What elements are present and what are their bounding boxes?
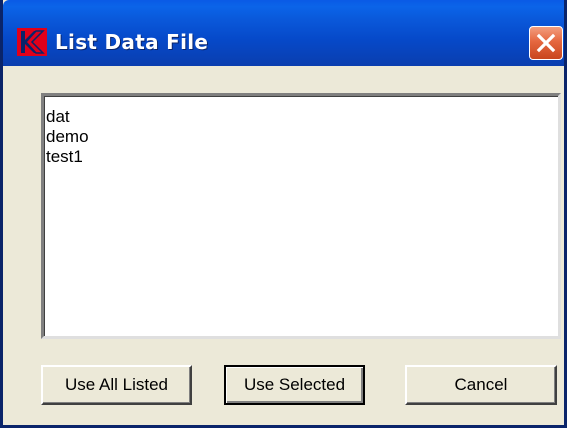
use-selected-label: Use Selected (243, 375, 346, 394)
list-item-dat[interactable]: dat (44, 107, 558, 127)
dialog-body: dat demo test1 Use All Listed Use Select… (6, 66, 561, 422)
use-all-listed-button[interactable]: Use All Listed (41, 365, 192, 405)
close-icon (536, 33, 556, 53)
list-item-test1[interactable]: test1 (44, 147, 558, 167)
window-title: List Data File (55, 30, 209, 54)
use-all-listed-label: Use All Listed (65, 375, 168, 394)
cancel-button[interactable]: Cancel (405, 365, 557, 405)
cancel-label: Cancel (454, 375, 508, 394)
data-file-list[interactable]: dat demo test1 (41, 93, 561, 339)
list-item-demo[interactable]: demo (44, 127, 558, 147)
close-button[interactable] (529, 26, 563, 60)
list-data-file-dialog: List Data File dat demo test1 Use All Li… (0, 0, 567, 428)
use-selected-button[interactable]: Use Selected (224, 365, 365, 405)
app-logo-icon (17, 28, 47, 56)
title-bar[interactable]: List Data File (3, 0, 564, 66)
